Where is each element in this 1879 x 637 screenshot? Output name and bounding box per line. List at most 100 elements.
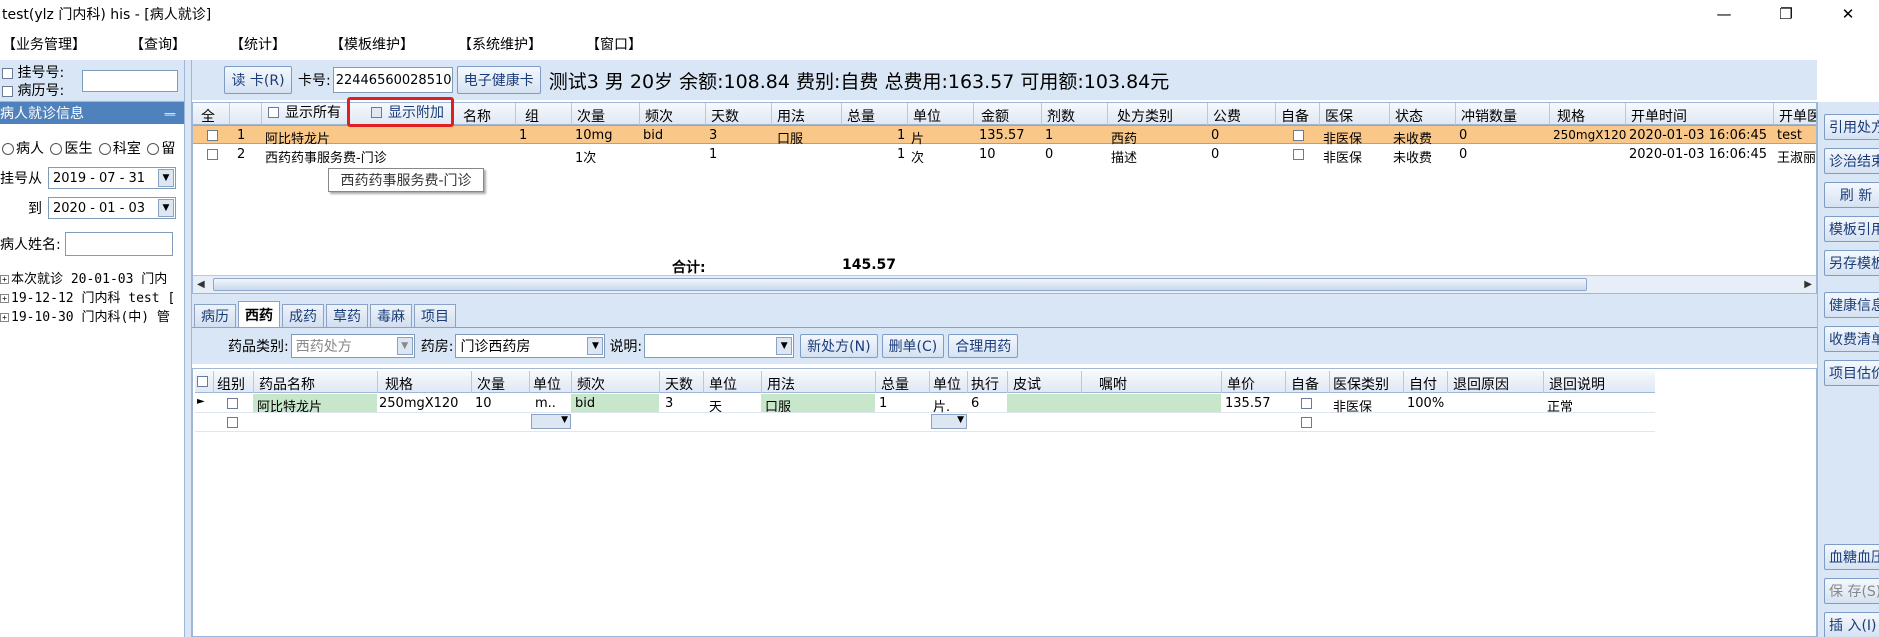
- menu-system[interactable]: 【系统维护】: [456, 34, 544, 54]
- col-ins[interactable]: 医保: [1325, 106, 1353, 126]
- col-freq[interactable]: 频次: [645, 106, 673, 126]
- col-unit[interactable]: 单位: [913, 106, 941, 126]
- select-all-checkbox[interactable]: [197, 376, 208, 387]
- tree-item[interactable]: +19-12-12 门内科 test [: [0, 287, 175, 306]
- group-checkbox[interactable]: [227, 417, 238, 428]
- col-public[interactable]: 公费: [1213, 106, 1241, 126]
- self-checkbox[interactable]: [1293, 130, 1304, 141]
- row-checkbox[interactable]: [207, 130, 218, 141]
- col-return-note[interactable]: 退回说明: [1549, 374, 1605, 394]
- maximize-icon[interactable]: ❐: [1755, 0, 1817, 28]
- tab-narcotic[interactable]: 毒麻: [370, 304, 412, 327]
- drug-total[interactable]: 1: [879, 396, 887, 411]
- drug-freq[interactable]: bid: [575, 396, 595, 411]
- col-usage[interactable]: 用法: [767, 374, 795, 394]
- col-doctor[interactable]: 开单医: [1779, 106, 1816, 126]
- col-name[interactable]: 名称: [463, 106, 491, 126]
- refresh-button[interactable]: 刷 新: [1824, 182, 1879, 208]
- col-price[interactable]: 单价: [1227, 374, 1255, 394]
- col-self[interactable]: 自备: [1281, 106, 1309, 126]
- drug-row[interactable]: ► 阿比特龙片 250mgX120 10 m.. bid 3 天 口服 1 片.…: [195, 394, 1655, 415]
- reg-no-input[interactable]: [82, 70, 178, 92]
- record-no-checkbox[interactable]: [2, 85, 13, 97]
- item-estimate-button[interactable]: 项目估价: [1824, 360, 1879, 386]
- col-days[interactable]: 天数: [665, 374, 693, 394]
- tab-herbal[interactable]: 草药: [326, 304, 368, 327]
- grid-splitter[interactable]: [192, 294, 1817, 302]
- show-all-checkbox[interactable]: [268, 106, 279, 118]
- insert-button[interactable]: 插 入(I): [1824, 612, 1879, 637]
- col-total-unit[interactable]: 单位: [933, 374, 961, 394]
- chevron-down-icon[interactable]: ▼: [587, 337, 604, 355]
- expand-icon[interactable]: +: [0, 275, 9, 284]
- menu-stats[interactable]: 【统计】: [228, 34, 288, 54]
- horizontal-scrollbar[interactable]: ◀ ▶: [193, 275, 1816, 293]
- template-quote-button[interactable]: 模板引用: [1824, 216, 1879, 242]
- chevron-down-icon[interactable]: ▼: [396, 337, 413, 355]
- col-ins-type[interactable]: 医保类别: [1333, 374, 1389, 394]
- tab-item[interactable]: 项目: [414, 304, 456, 327]
- save-button[interactable]: 保 存(S): [1824, 578, 1879, 604]
- tab-record[interactable]: 病历: [194, 304, 236, 327]
- table-row[interactable]: 2 西药药事服务费-门诊 1次 1 1 次 10 0 描述 0 非医保 未收费 …: [193, 145, 1816, 166]
- minimize-icon[interactable]: —: [1693, 0, 1755, 28]
- note-select[interactable]: ▼: [644, 334, 795, 358]
- drug-type-select[interactable]: 西药处方 ▼: [290, 334, 415, 358]
- chevron-down-icon[interactable]: ▼: [158, 199, 174, 217]
- reg-from-date[interactable]: 2019 - 07 - 31 ▼: [48, 167, 176, 189]
- col-group[interactable]: 组别: [217, 374, 245, 394]
- col-dose[interactable]: 次量: [577, 106, 605, 126]
- drug-row-empty[interactable]: ▼ ▼: [195, 413, 1655, 432]
- reg-to-date[interactable]: 2020 - 01 - 03 ▼: [48, 197, 176, 219]
- drug-dose-unit[interactable]: m..: [535, 396, 556, 411]
- col-dose[interactable]: 次量: [477, 374, 505, 394]
- table-row[interactable]: 1 阿比特龙片 1 10mg bid 3 口服 1 片 135.57 1 西药 …: [193, 125, 1816, 147]
- patient-name-input[interactable]: [64, 232, 173, 256]
- menu-template[interactable]: 【模板维护】: [328, 34, 416, 54]
- expand-icon[interactable]: +: [0, 294, 9, 303]
- reg-no-checkbox[interactable]: [2, 67, 13, 79]
- health-card-button[interactable]: 电子健康卡: [456, 66, 541, 94]
- radio-stay[interactable]: [147, 143, 160, 155]
- tab-patent[interactable]: 成药: [282, 304, 324, 327]
- drug-dose[interactable]: 10: [475, 396, 492, 411]
- drug-days[interactable]: 3: [665, 396, 673, 411]
- save-template-button[interactable]: 另存模板: [1824, 250, 1879, 276]
- menu-business[interactable]: 【业务管理】: [0, 34, 88, 54]
- col-freq[interactable]: 频次: [577, 374, 605, 394]
- expand-icon[interactable]: +: [0, 313, 9, 322]
- read-card-button[interactable]: 读 卡(R): [224, 66, 292, 94]
- col-usage[interactable]: 用法: [777, 106, 805, 126]
- left-splitter[interactable]: [184, 60, 192, 637]
- tree-item[interactable]: + 本次就诊 20-01-03 门内: [0, 268, 175, 287]
- col-offset[interactable]: 冲销数量: [1461, 106, 1517, 126]
- col-dose-unit[interactable]: 单位: [533, 374, 561, 394]
- col-time[interactable]: 开单时间: [1631, 106, 1687, 126]
- close-icon[interactable]: ✕: [1817, 0, 1879, 28]
- menu-window[interactable]: 【窗口】: [584, 34, 644, 54]
- col-drug-name[interactable]: 药品名称: [259, 374, 315, 394]
- chevron-down-icon[interactable]: ▼: [531, 414, 571, 429]
- col-status[interactable]: 状态: [1395, 106, 1423, 126]
- new-rx-button[interactable]: 新处方(N): [800, 334, 878, 358]
- chevron-down-icon[interactable]: ▼: [158, 169, 174, 187]
- pharmacy-select[interactable]: 门诊西药房 ▼: [455, 334, 606, 358]
- self-checkbox[interactable]: [1293, 149, 1304, 160]
- col-exec[interactable]: 执行: [971, 374, 999, 394]
- drug-exec[interactable]: 6: [971, 396, 979, 411]
- tab-western[interactable]: 西药: [238, 301, 280, 327]
- rational-drug-button[interactable]: 合理用药: [948, 334, 1019, 358]
- scroll-right-icon[interactable]: ▶: [1804, 279, 1812, 290]
- col-spec[interactable]: 规格: [1557, 106, 1585, 126]
- col-total[interactable]: 总量: [881, 374, 909, 394]
- col-return-reason[interactable]: 退回原因: [1453, 374, 1509, 394]
- finish-visit-button[interactable]: 诊治结束: [1824, 148, 1879, 174]
- self-checkbox[interactable]: [1301, 398, 1312, 409]
- col-all[interactable]: 全: [201, 106, 215, 126]
- glucose-bp-button[interactable]: 血糖血压: [1824, 544, 1879, 570]
- col-doses[interactable]: 剂数: [1047, 106, 1075, 126]
- radio-dept[interactable]: [98, 143, 111, 155]
- menu-query[interactable]: 【查询】: [128, 34, 188, 54]
- col-days[interactable]: 天数: [711, 106, 739, 126]
- col-group[interactable]: 组: [525, 106, 539, 126]
